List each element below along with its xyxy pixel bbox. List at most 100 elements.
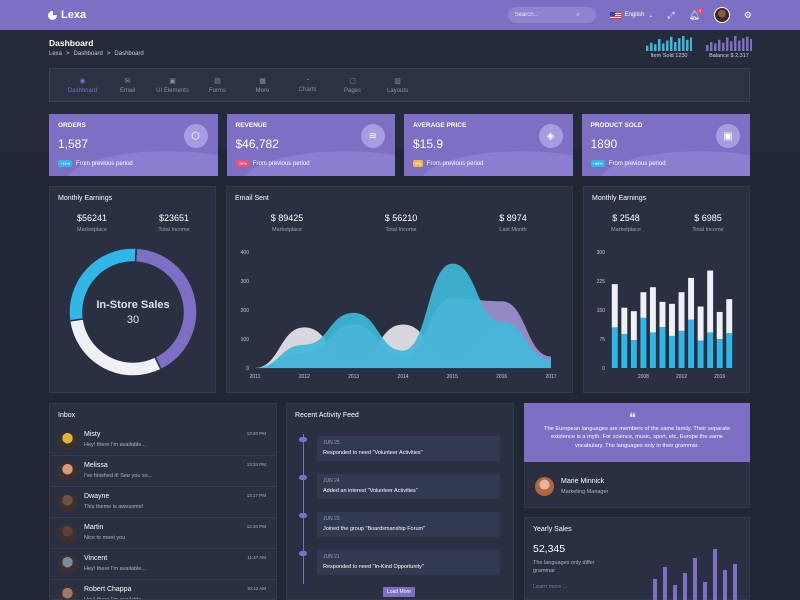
feed-item: JUN 21 Responded to need "In-Kind Opportu…: [317, 550, 500, 575]
sender-name: Martin: [84, 524, 104, 531]
message-time: 11:47 AM: [247, 555, 266, 560]
x-tick-label: 2015: [447, 374, 458, 380]
testimonial-quote: ❝ The European languages are members of …: [524, 403, 750, 462]
stat-label: Total Income: [385, 227, 417, 233]
feed-date: JUN 23: [323, 516, 340, 522]
load-more-button[interactable]: Load More: [383, 587, 415, 597]
change-badge: -29%: [235, 160, 249, 167]
y-tick-label: 0: [602, 366, 605, 372]
breadcrumb-item[interactable]: Dashboard: [74, 51, 103, 57]
x-tick-label: 2016: [714, 374, 725, 380]
mini-bar: [682, 36, 685, 51]
quote-icon: ❝: [629, 410, 636, 425]
mini-bar: [670, 36, 673, 51]
inbox-item[interactable]: Dwayne This theme is awesome! 13:17 PM: [50, 488, 276, 518]
inbox-item[interactable]: Robert Chappa Hey! there I'm available...…: [50, 581, 276, 599]
y-tick-label: 225: [597, 279, 606, 285]
stat-cards: ORDERS 1,587 +11% From previous period ⬡ REVE…: [49, 114, 750, 176]
language-label: English: [624, 12, 645, 18]
learn-more-link[interactable]: Learn more →: [533, 584, 568, 590]
stat-label: Total Income: [158, 227, 190, 233]
breadcrumb-item: Dashboard: [114, 51, 144, 57]
mini-bar: [710, 42, 713, 51]
nav-label: Pages: [343, 87, 361, 94]
panel-title: Monthly Earnings: [592, 195, 647, 202]
yearly-bar: [673, 585, 677, 600]
mini-bar: [734, 36, 737, 51]
sender-name: Robert Chappa: [84, 586, 132, 593]
nav-item-email[interactable]: ✉ Email: [105, 77, 150, 94]
sender-name: Melissa: [84, 462, 108, 469]
inbox-item[interactable]: Vincent Hey! there I'm available... 11:47 …: [50, 550, 276, 580]
nav-label: More: [255, 87, 270, 94]
main-nav: ◉ Dashboard ✉ Email ▣ UI Elements ▤ Forms ▦ More ◔…: [49, 68, 750, 102]
breadcrumb-item[interactable]: Lexa: [49, 51, 62, 57]
author-avatar: [535, 477, 554, 496]
bag-icon: ▣: [716, 124, 740, 148]
nav-item-pages[interactable]: ▢ Pages: [330, 77, 375, 94]
mini-bar: [750, 39, 752, 51]
message-preview: I've finished it! See you so...: [84, 473, 153, 479]
nav-item-ui-elements[interactable]: ▣ UI Elements: [150, 77, 195, 94]
language-selector[interactable]: English ⌄: [609, 11, 653, 19]
layout-icon: ▥: [394, 77, 401, 85]
mini-bar: [650, 42, 653, 51]
nav-item-more[interactable]: ▦ More: [240, 77, 285, 94]
email-sent-panel: Email Sent $ 89425 Marketplace $ 56210 T…: [226, 186, 573, 393]
avatar: [58, 462, 77, 481]
area-chart: 0 100 200 300 400 2011 2012 2013 2014 2015 2016 201…: [241, 250, 557, 380]
mini-bar: [690, 37, 692, 51]
nav-label: Email: [119, 87, 135, 94]
mini-stats: Item Sold 1230 Balance $ 2,317: [646, 36, 752, 59]
bar-segment: [697, 306, 704, 341]
x-tick-label: 2012: [676, 374, 687, 380]
avatar: [58, 431, 77, 450]
logo-icon: [48, 10, 57, 20]
nav-item-layouts[interactable]: ▥ Layouts: [375, 77, 420, 94]
bell-icon[interactable]: 🔔︎ 3: [688, 7, 703, 20]
author-name: Marie Minnick: [561, 478, 605, 485]
timeline-line: [303, 434, 304, 584]
user-avatar[interactable]: [713, 7, 730, 23]
mini-bar: [674, 42, 677, 51]
mini-bar: [654, 44, 657, 51]
inbox-item[interactable]: Martin Nice to meet you 12:20 PM: [50, 519, 276, 549]
bar-segment: [630, 311, 637, 341]
tag-icon: ◈: [538, 124, 563, 148]
avatar: [58, 555, 77, 574]
bar-segment: [726, 333, 733, 368]
stat-label: Last Month: [499, 227, 527, 233]
card-footer: 0% From previous period: [413, 160, 483, 167]
nav-item-dashboard[interactable]: ◉ Dashboard: [60, 77, 105, 94]
card-footer-text: From previous period: [426, 160, 484, 167]
message-time: 13:40 PM: [246, 431, 266, 436]
feed-item: JUN 25 Responded to need "Volunteer Activ…: [317, 436, 500, 461]
inbox-item[interactable]: Melissa I've finished it! See you so... 13…: [50, 457, 276, 487]
bar-segment: [707, 270, 714, 333]
x-tick-label: 2013: [348, 374, 359, 380]
x-tick-label: 2008: [638, 374, 649, 380]
mini-bar: [746, 36, 749, 51]
page-title: Dashboard: [49, 38, 94, 48]
timeline-dot: [299, 513, 307, 518]
mini-bar: [730, 41, 733, 51]
gear-icon[interactable]: ⚙: [744, 10, 752, 20]
change-badge: +89%: [590, 160, 605, 167]
stat-label: Marketplace: [77, 227, 107, 233]
x-tick-label: 2011: [250, 374, 261, 380]
mini-stat-label: Item Sold 1230: [650, 53, 688, 59]
inbox-item[interactable]: Misty Hey! there I'm available... 13:40 PM: [50, 426, 276, 456]
stat-last-month: $ 8974 Last Month: [493, 213, 533, 233]
fullscreen-icon[interactable]: ⤢: [667, 10, 674, 20]
nav-item-forms[interactable]: ▤ Forms: [195, 77, 240, 94]
bar-segment: [611, 327, 618, 368]
sender-name: Misty: [84, 431, 101, 438]
bar-segment: [716, 311, 723, 339]
logo[interactable]: Lexa: [48, 9, 86, 21]
change-badge: +11%: [58, 160, 73, 167]
panel-title: Inbox: [58, 412, 76, 419]
search-icon[interactable]: ⌕: [577, 12, 580, 19]
search-input[interactable]: [514, 12, 577, 18]
timeline-dot: [299, 551, 307, 556]
nav-item-charts[interactable]: ◔ Charts: [285, 77, 330, 93]
